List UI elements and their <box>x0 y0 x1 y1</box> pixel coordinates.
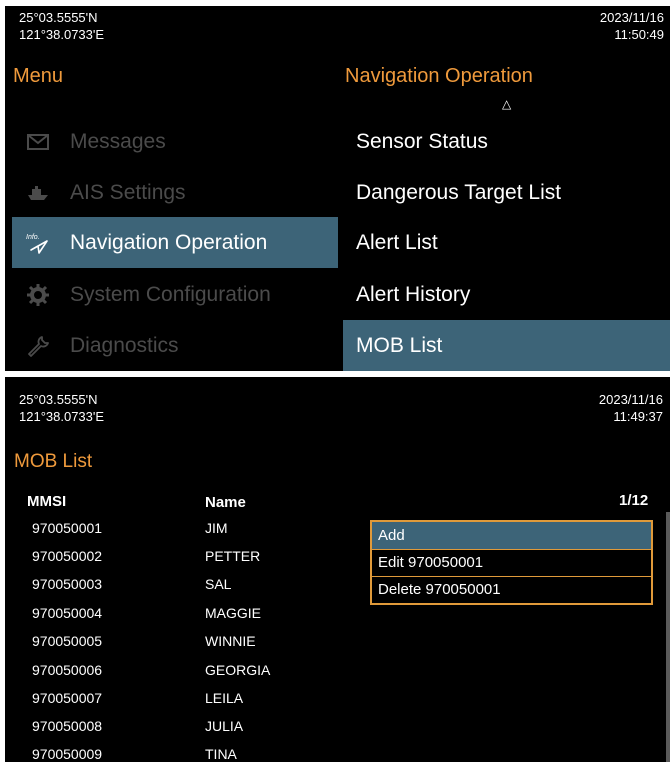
list-scrollbar[interactable] <box>666 512 670 762</box>
table-row[interactable]: 970050001 JIM <box>5 520 365 548</box>
name-cell: WINNIE <box>205 633 256 649</box>
submenu-item-label: Alert List <box>356 230 438 254</box>
info-compass-icon: Info. <box>26 231 50 255</box>
mob-list-screen: 25°03.5555'N 121°38.0733'E 2023/11/16 11… <box>5 377 670 762</box>
menu-item-diagnostics[interactable]: Diagnostics <box>12 320 338 371</box>
menu-item-navigation-operation[interactable]: Info. Navigation Operation <box>12 217 338 268</box>
mmsi-cell: 970050008 <box>32 718 103 734</box>
submenu-item-alert-history[interactable]: Alert History <box>343 269 670 320</box>
submenu-title: Navigation Operation <box>345 65 533 87</box>
add-label: Add <box>378 527 405 544</box>
status-bar: 25°03.5555'N 121°38.0733'E 2023/11/16 11… <box>5 6 670 60</box>
menu-item-messages[interactable]: Messages <box>12 116 338 167</box>
table-row[interactable]: 970050005 WINNIE <box>5 633 365 661</box>
mmsi-cell: 970050003 <box>32 576 103 592</box>
mmsi-cell: 970050009 <box>32 746 103 762</box>
mmsi-cell: 970050002 <box>32 548 103 564</box>
menu-item-label: Navigation Operation <box>70 230 268 254</box>
menu-item-label: Diagnostics <box>70 333 179 357</box>
longitude-readout: 121°38.0733'E <box>19 27 105 42</box>
name-cell: GEORGIA <box>205 662 271 678</box>
delete-label: Delete 970050001 <box>378 581 501 598</box>
column-header-mmsi: MMSI <box>27 493 67 510</box>
mmsi-cell: 970050006 <box>32 662 103 678</box>
delete-button[interactable]: Delete 970050001 <box>372 576 651 603</box>
menu-item-system-configuration[interactable]: System Configuration <box>12 269 338 320</box>
page-title: MOB List <box>14 451 93 472</box>
submenu-item-mob-list[interactable]: MOB List <box>343 320 670 371</box>
table-row[interactable]: 970050003 SAL <box>5 576 365 604</box>
longitude-readout: 121°38.0733'E <box>19 409 105 424</box>
submenu-item-dangerous-target-list[interactable]: Dangerous Target List <box>343 167 670 218</box>
column-header-name: Name <box>205 494 246 511</box>
edit-label: Edit 970050001 <box>378 554 484 571</box>
name-cell: LEILA <box>205 690 244 706</box>
table-row[interactable]: 970050002 PETTER <box>5 548 365 576</box>
edit-button[interactable]: Edit 970050001 <box>372 549 651 577</box>
name-cell: JULIA <box>205 718 244 734</box>
wrench-icon <box>26 334 50 358</box>
menu-item-label: Messages <box>70 129 166 153</box>
table-row[interactable]: 970050009 TINA <box>5 746 365 762</box>
table-row[interactable]: 970050007 LEILA <box>5 690 365 718</box>
mmsi-cell: 970050007 <box>32 690 103 706</box>
time-readout: 11:50:49 <box>614 27 664 42</box>
submenu-item-label: Alert History <box>356 282 471 306</box>
name-cell: PETTER <box>205 548 261 564</box>
mob-action-popup: Add Edit 970050001 Delete 970050001 <box>370 520 653 605</box>
mmsi-cell: 970050001 <box>32 520 103 536</box>
envelope-icon <box>26 130 50 154</box>
name-cell: MAGGIE <box>205 605 262 621</box>
date-readout: 2023/11/16 <box>598 392 663 407</box>
mmsi-cell: 970050005 <box>32 633 103 649</box>
scroll-up-icon: △ <box>502 97 512 111</box>
date-readout: 2023/11/16 <box>599 10 664 25</box>
name-cell: TINA <box>205 746 237 762</box>
submenu-item-sensor-status[interactable]: Sensor Status <box>343 116 670 167</box>
latitude-readout: 25°03.5555'N <box>19 10 98 25</box>
submenu-item-label: Dangerous Target List <box>356 180 562 204</box>
menu-item-label: System Configuration <box>70 282 271 306</box>
latitude-readout: 25°03.5555'N <box>19 392 98 407</box>
svg-text:Info.: Info. <box>26 234 40 241</box>
add-button[interactable]: Add <box>372 522 651 550</box>
table-row[interactable]: 970050004 MAGGIE <box>5 605 365 633</box>
table-row[interactable]: 970050006 GEORGIA <box>5 662 365 690</box>
ship-icon <box>26 181 50 205</box>
menu-item-ais-settings[interactable]: AIS Settings <box>12 167 338 218</box>
menu-item-label: AIS Settings <box>70 180 186 204</box>
table-row[interactable]: 970050008 JULIA <box>5 718 365 746</box>
gear-icon <box>26 283 50 307</box>
time-readout: 11:49:37 <box>613 409 663 424</box>
name-cell: SAL <box>205 576 232 592</box>
navigation-menu-screen: 25°03.5555'N 121°38.0733'E 2023/11/16 11… <box>5 6 670 371</box>
name-cell: JIM <box>205 520 228 536</box>
submenu-item-alert-list[interactable]: Alert List <box>343 217 670 268</box>
submenu-item-label: MOB List <box>356 333 443 357</box>
page-indicator: 1/12 <box>619 492 649 509</box>
mmsi-cell: 970050004 <box>32 605 103 621</box>
menu-title: Menu <box>13 65 64 87</box>
submenu-item-label: Sensor Status <box>356 129 488 153</box>
